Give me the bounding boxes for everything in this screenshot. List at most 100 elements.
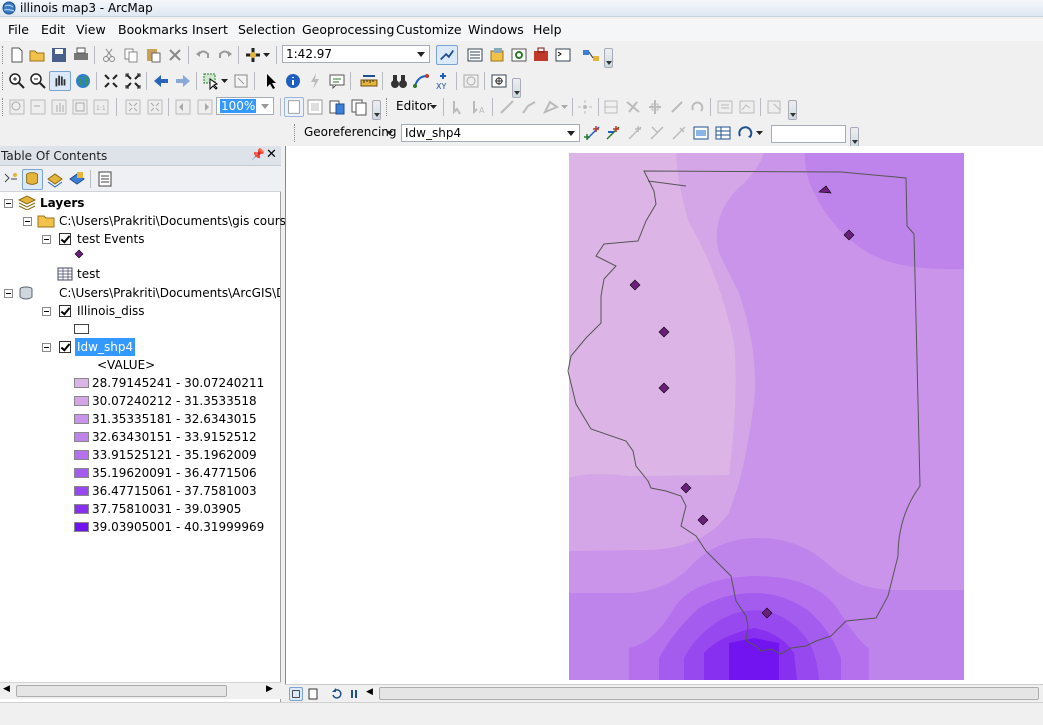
data-driven-pages-icon[interactable] xyxy=(350,98,368,116)
html-popup-icon[interactable] xyxy=(328,72,346,90)
legend-swatch[interactable] xyxy=(74,414,89,424)
menu-insert[interactable]: Insert xyxy=(192,22,228,37)
add-control-points-icon[interactable] xyxy=(584,124,602,142)
edit-annotation-icon[interactable]: A xyxy=(470,98,488,116)
idw-raster-map[interactable] xyxy=(286,146,1042,684)
layout-view-icon[interactable] xyxy=(306,687,320,701)
cut-icon[interactable] xyxy=(100,46,118,64)
georeferencing-layer-combo[interactable]: Idw_shp4 xyxy=(401,124,580,142)
link-table-icon[interactable] xyxy=(714,124,732,142)
legend-swatch[interactable] xyxy=(74,378,89,388)
menu-windows[interactable]: Windows xyxy=(468,22,524,37)
delete-link-icon[interactable] xyxy=(648,124,666,142)
arctoolbox-icon[interactable] xyxy=(532,46,550,64)
create-viewer-window-icon[interactable] xyxy=(490,72,508,90)
pin-icon[interactable]: 📌 xyxy=(251,148,265,161)
scroll-right-icon[interactable]: ▶ xyxy=(266,684,273,694)
georeferencing-dropdown-icon[interactable] xyxy=(386,129,394,137)
menu-edit[interactable]: Edit xyxy=(41,22,65,37)
menu-view[interactable]: View xyxy=(76,22,106,37)
table-test[interactable]: test xyxy=(77,265,100,283)
layout-zoom-in-icon[interactable] xyxy=(8,98,26,116)
list-by-source-icon[interactable] xyxy=(22,169,43,190)
toolbar-options-handle[interactable] xyxy=(372,100,381,120)
scrollbar-thumb[interactable] xyxy=(16,685,227,697)
layout-zoom-out-icon[interactable] xyxy=(29,98,47,116)
add-data-dropdown-icon[interactable] xyxy=(263,50,271,60)
full-extent-globe-icon[interactable] xyxy=(74,72,92,90)
python-window-icon[interactable] xyxy=(554,46,572,64)
layout-pan-icon[interactable] xyxy=(50,98,68,116)
reshape-feature-icon[interactable] xyxy=(602,98,620,116)
layers-label[interactable]: Layers xyxy=(40,194,84,212)
table-of-contents-icon[interactable] xyxy=(466,46,484,64)
go-to-xy-icon[interactable]: XY xyxy=(434,72,452,90)
layer-visibility-checkbox[interactable] xyxy=(59,341,71,353)
editor-toolbar-toggle-icon[interactable] xyxy=(436,45,458,65)
menu-bookmarks[interactable]: Bookmarks xyxy=(118,22,188,37)
toolbar-options-handle[interactable] xyxy=(604,48,613,68)
legend-swatch[interactable] xyxy=(74,486,89,496)
map-scale-combo[interactable]: 1:42.97 xyxy=(282,45,430,63)
fixed-zoom-in-icon[interactable] xyxy=(102,72,120,90)
layer-visibility-checkbox[interactable] xyxy=(59,233,71,245)
zoom-out-icon[interactable] xyxy=(29,72,47,90)
toc-options-icon[interactable] xyxy=(96,170,114,188)
select-dropdown-icon[interactable] xyxy=(221,76,229,86)
construction-dropdown-icon[interactable] xyxy=(561,102,569,112)
legend-swatch[interactable] xyxy=(74,504,89,514)
measure-icon[interactable] xyxy=(360,72,378,90)
identify-icon[interactable] xyxy=(284,72,302,90)
rotate-dropdown-icon[interactable] xyxy=(756,128,764,138)
edit-tool-icon[interactable] xyxy=(448,98,466,116)
legend-swatch[interactable] xyxy=(74,450,89,460)
go-forward-extent-icon[interactable] xyxy=(174,72,192,90)
layer-expander[interactable] xyxy=(42,235,51,244)
editor-menu[interactable]: Editor xyxy=(396,99,432,113)
refresh-icon[interactable] xyxy=(330,687,344,701)
pause-drawing-icon[interactable] xyxy=(347,687,361,701)
list-by-visibility-icon[interactable] xyxy=(46,170,64,188)
straight-segment-icon[interactable] xyxy=(498,98,516,116)
scroll-left-icon[interactable]: ◀ xyxy=(3,684,10,694)
find-route-icon[interactable] xyxy=(412,72,430,90)
split-tool-icon[interactable] xyxy=(646,98,664,116)
legend-swatch[interactable] xyxy=(74,396,89,406)
sketch-properties-icon[interactable] xyxy=(738,98,756,116)
paste-icon[interactable] xyxy=(144,46,162,64)
viewer-window-icon[interactable] xyxy=(692,124,710,142)
print-icon[interactable] xyxy=(72,46,90,64)
zoom-percent-combo[interactable]: 100% xyxy=(216,97,274,115)
toolbar-grip[interactable] xyxy=(386,98,389,116)
pan-hand-icon[interactable] xyxy=(49,71,71,91)
layers-expander[interactable] xyxy=(4,199,13,208)
zoom-whole-page-icon[interactable] xyxy=(71,98,89,116)
add-data-icon[interactable] xyxy=(244,46,262,64)
fixed-zoom-in-layout-icon[interactable] xyxy=(124,98,142,116)
rotation-angle-input[interactable] xyxy=(771,125,846,143)
time-slider-icon[interactable] xyxy=(462,72,480,90)
menu-customize[interactable]: Customize xyxy=(396,22,462,37)
open-folder-icon[interactable] xyxy=(28,46,46,64)
group-expander[interactable] xyxy=(23,217,32,226)
layer-illinois-diss[interactable]: Illinois_diss xyxy=(77,302,145,320)
change-layout-icon[interactable] xyxy=(328,98,346,116)
list-by-selection-icon[interactable] xyxy=(68,170,86,188)
menu-geoprocessing[interactable]: Geoprocessing xyxy=(302,22,394,37)
go-back-extent-icon[interactable] xyxy=(152,72,170,90)
scroll-left-icon[interactable]: ◀ xyxy=(366,687,373,697)
auto-registration-icon[interactable] xyxy=(670,124,688,142)
legend-swatch[interactable] xyxy=(74,432,89,442)
toggle-draft-mode-icon[interactable] xyxy=(284,97,304,117)
map-horizontal-scrollbar-thumb[interactable] xyxy=(379,687,1039,700)
layer-idw-selected[interactable]: Idw_shp4 xyxy=(75,338,136,356)
zoom-to-selected-link-icon[interactable] xyxy=(626,124,644,142)
hyperlink-bolt-icon[interactable] xyxy=(306,72,324,90)
find-binoculars-icon[interactable] xyxy=(390,72,408,90)
toolbar-grip[interactable] xyxy=(2,98,5,116)
redo-icon[interactable] xyxy=(216,46,234,64)
copy-icon[interactable] xyxy=(122,46,140,64)
undo-icon[interactable] xyxy=(194,46,212,64)
select-features-icon[interactable] xyxy=(202,72,220,90)
search-window-icon[interactable] xyxy=(510,46,528,64)
